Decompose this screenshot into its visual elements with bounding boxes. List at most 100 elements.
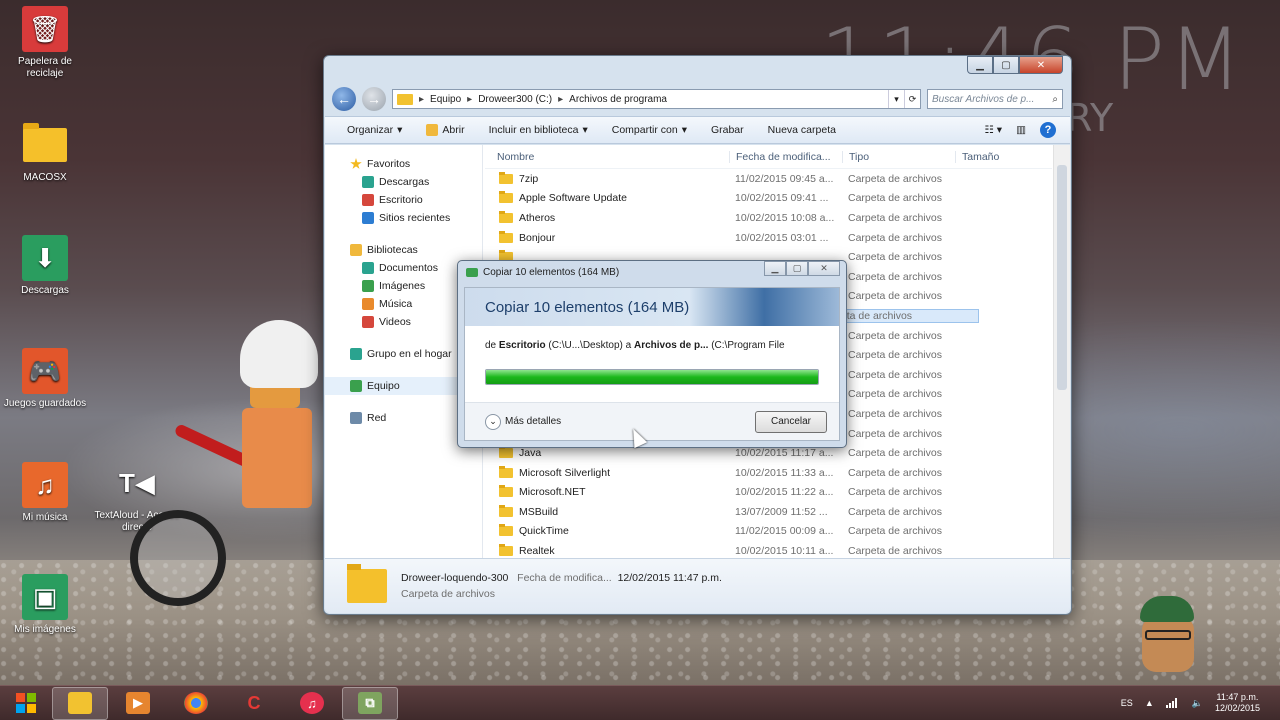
file-date: 10/02/2015 09:41 ...	[735, 192, 829, 205]
nav-item-downloads[interactable]: Descargas	[325, 173, 482, 191]
desktop-icon-downloads[interactable]: ⬇ Descargas	[0, 235, 90, 297]
desktop-icon-label: Mi música	[22, 512, 68, 523]
nav-libraries[interactable]: Bibliotecas	[325, 241, 482, 259]
file-row[interactable]: Atheros 10/02/2015 10:08 a... Carpeta de a…	[485, 208, 1052, 228]
column-header-date[interactable]: Fecha de modifica...	[729, 150, 842, 163]
file-type: Carpeta de archivos	[848, 192, 942, 205]
more-details-toggle[interactable]: Más detalles	[505, 416, 561, 427]
nav-item-desktop[interactable]: Escritorio	[325, 191, 482, 209]
file-row[interactable]: Apple Software Update 10/02/2015 09:41 ..…	[485, 189, 1052, 209]
file-type: Carpeta de archivos	[848, 525, 942, 538]
vertical-scrollbar[interactable]	[1053, 145, 1070, 558]
share-menu[interactable]: Compartir con ▾	[612, 124, 687, 136]
file-name-cell: Realtek	[485, 544, 729, 557]
taskbar-clock[interactable]: 11:47 p.m. 12/02/2015	[1215, 692, 1260, 714]
file-row[interactable]: QuickTime 11/02/2015 00:09 a... Carpeta de…	[485, 522, 1052, 542]
open-button[interactable]: Abrir	[426, 124, 465, 136]
file-name-cell: 7zip	[485, 171, 729, 185]
breadcrumb-item-program-files[interactable]: Archivos de programa	[569, 94, 667, 105]
dialog-caption[interactable]: Copiar 10 elementos (164 MB) ▁ ▢ ✕	[458, 261, 846, 283]
search-icon: ⌕	[1052, 93, 1058, 105]
desktop-icon-recycle-bin[interactable]: 🗑 Papelera de reciclaje	[0, 6, 90, 80]
search-placeholder: Buscar Archivos de p...	[932, 93, 1035, 105]
file-row[interactable]: 7zip 11/02/2015 09:45 a... Carpeta de arch…	[485, 169, 1052, 189]
file-date: 10/02/2015 03:01 ...	[735, 231, 829, 244]
include-library-menu[interactable]: Incluir en biblioteca ▾	[489, 124, 588, 136]
file-name-cell: QuickTime	[485, 524, 729, 537]
folder-icon	[499, 191, 513, 204]
taskbar-itunes[interactable]: ♫	[284, 687, 340, 720]
help-icon[interactable]: ?	[1040, 122, 1056, 138]
file-row[interactable]: Bonjour 10/02/2015 03:01 ... Carpeta de ar…	[485, 228, 1052, 248]
window-caption[interactable]: ▁ ▢ ✕	[324, 56, 1071, 86]
taskbar-chrome[interactable]	[168, 687, 224, 720]
start-button[interactable]	[0, 686, 52, 720]
language-indicator[interactable]: ES	[1121, 698, 1133, 708]
desktop-icon-macosx[interactable]: MACOSX	[0, 122, 90, 184]
nav-label: Grupo en el hogar	[367, 348, 452, 360]
maximize-button[interactable]: ▢	[993, 56, 1019, 74]
from-name[interactable]: Escritorio	[499, 340, 546, 351]
volume-icon[interactable]: 🔈	[1192, 698, 1203, 709]
desktop-icon-saved-games[interactable]: 🎮 Juegos guardados	[0, 348, 90, 410]
scrollbar-thumb[interactable]	[1057, 165, 1067, 390]
chevron-down-icon[interactable]: ⌄	[485, 413, 501, 430]
desktop-icon-pictures[interactable]: ▣ Mis imágenes	[0, 574, 90, 636]
nav-label: Música	[379, 298, 413, 310]
from-prefix: de	[485, 340, 497, 351]
music-note-icon: ♫	[22, 462, 68, 508]
burn-button[interactable]: Grabar	[711, 124, 744, 136]
close-button[interactable]: ✕	[808, 261, 840, 276]
back-button[interactable]: ←	[332, 87, 356, 111]
column-header-size[interactable]: Tamaño	[955, 150, 1035, 163]
file-type: Carpeta de archivos	[848, 466, 942, 479]
breadcrumb-item-drive[interactable]: Droweer300 (C:)	[478, 94, 552, 105]
search-input[interactable]: Buscar Archivos de p... ⌕	[927, 89, 1063, 109]
taskbar-explorer[interactable]	[52, 686, 108, 720]
organize-menu[interactable]: Organizar ▾	[347, 124, 402, 136]
to-name[interactable]: Archivos de p...	[634, 340, 708, 351]
details-type: Carpeta de archivos	[401, 588, 495, 600]
address-bar[interactable]: ▸ Equipo ▸ Droweer300 (C:) ▸ Archivos de…	[392, 89, 921, 109]
preview-pane-icon[interactable]: ▥	[1016, 124, 1026, 136]
file-type: Carpeta de archivos	[848, 486, 942, 499]
column-header-name[interactable]: Nombre	[485, 151, 729, 163]
desktop-icon-music[interactable]: ♫ Mi música	[0, 462, 90, 524]
file-row[interactable]: Microsoft.NET 10/02/2015 11:22 a... Carpet…	[485, 483, 1052, 503]
file-name: 7zip	[519, 172, 539, 185]
network-signal-icon[interactable]	[1165, 698, 1180, 708]
progress-fill	[486, 370, 818, 384]
videos-icon	[362, 316, 374, 328]
file-type: Carpeta de archivos	[848, 407, 942, 420]
file-row[interactable]: Realtek 10/02/2015 10:11 a... Carpeta de a…	[485, 541, 1052, 558]
view-options-icon[interactable]: ☷ ▾	[984, 124, 1002, 136]
chevron-down-icon: ▾	[681, 124, 687, 136]
file-row[interactable]: Microsoft Silverlight 10/02/2015 11:33 a.…	[485, 463, 1052, 483]
to-path: (C:\Program File	[711, 340, 785, 351]
file-name-cell: Microsoft Silverlight	[485, 465, 729, 479]
nav-favorites[interactable]: Favoritos	[325, 155, 482, 173]
dialog-title: Copiar 10 elementos (164 MB)	[483, 266, 620, 278]
taskbar-copy-progress[interactable]: ⧉	[342, 686, 398, 720]
network-icon	[350, 412, 362, 424]
breadcrumb-item-computer[interactable]: Equipo	[430, 94, 461, 105]
show-hidden-icons-icon[interactable]: ▲	[1145, 698, 1154, 708]
refresh-icon[interactable]: ⟳	[904, 90, 920, 108]
taskbar-media-player[interactable]: ▶	[110, 687, 166, 720]
address-dropdown-icon[interactable]: ▾	[888, 90, 904, 108]
taskbar-ccleaner[interactable]: C	[226, 687, 282, 720]
chevron-down-icon: ▾	[582, 124, 588, 136]
column-header-type[interactable]: Tipo	[842, 150, 955, 163]
forward-button[interactable]: →	[362, 87, 386, 111]
cancel-button[interactable]: Cancelar	[755, 410, 827, 433]
file-name: Atheros	[519, 211, 556, 224]
minimize-button[interactable]: ▁	[967, 56, 993, 74]
maximize-button[interactable]: ▢	[786, 261, 808, 276]
new-folder-button[interactable]: Nueva carpeta	[768, 124, 836, 136]
close-button[interactable]: ✕	[1019, 56, 1063, 74]
nav-item-recent[interactable]: Sitios recientes	[325, 209, 482, 227]
file-name: Bonjour	[519, 231, 556, 244]
minimize-button[interactable]: ▁	[764, 261, 786, 276]
file-date: 10/02/2015 10:08 a...	[735, 211, 835, 224]
file-row[interactable]: MSBuild 13/07/2009 11:52 ... Carpeta de ar…	[485, 502, 1052, 522]
